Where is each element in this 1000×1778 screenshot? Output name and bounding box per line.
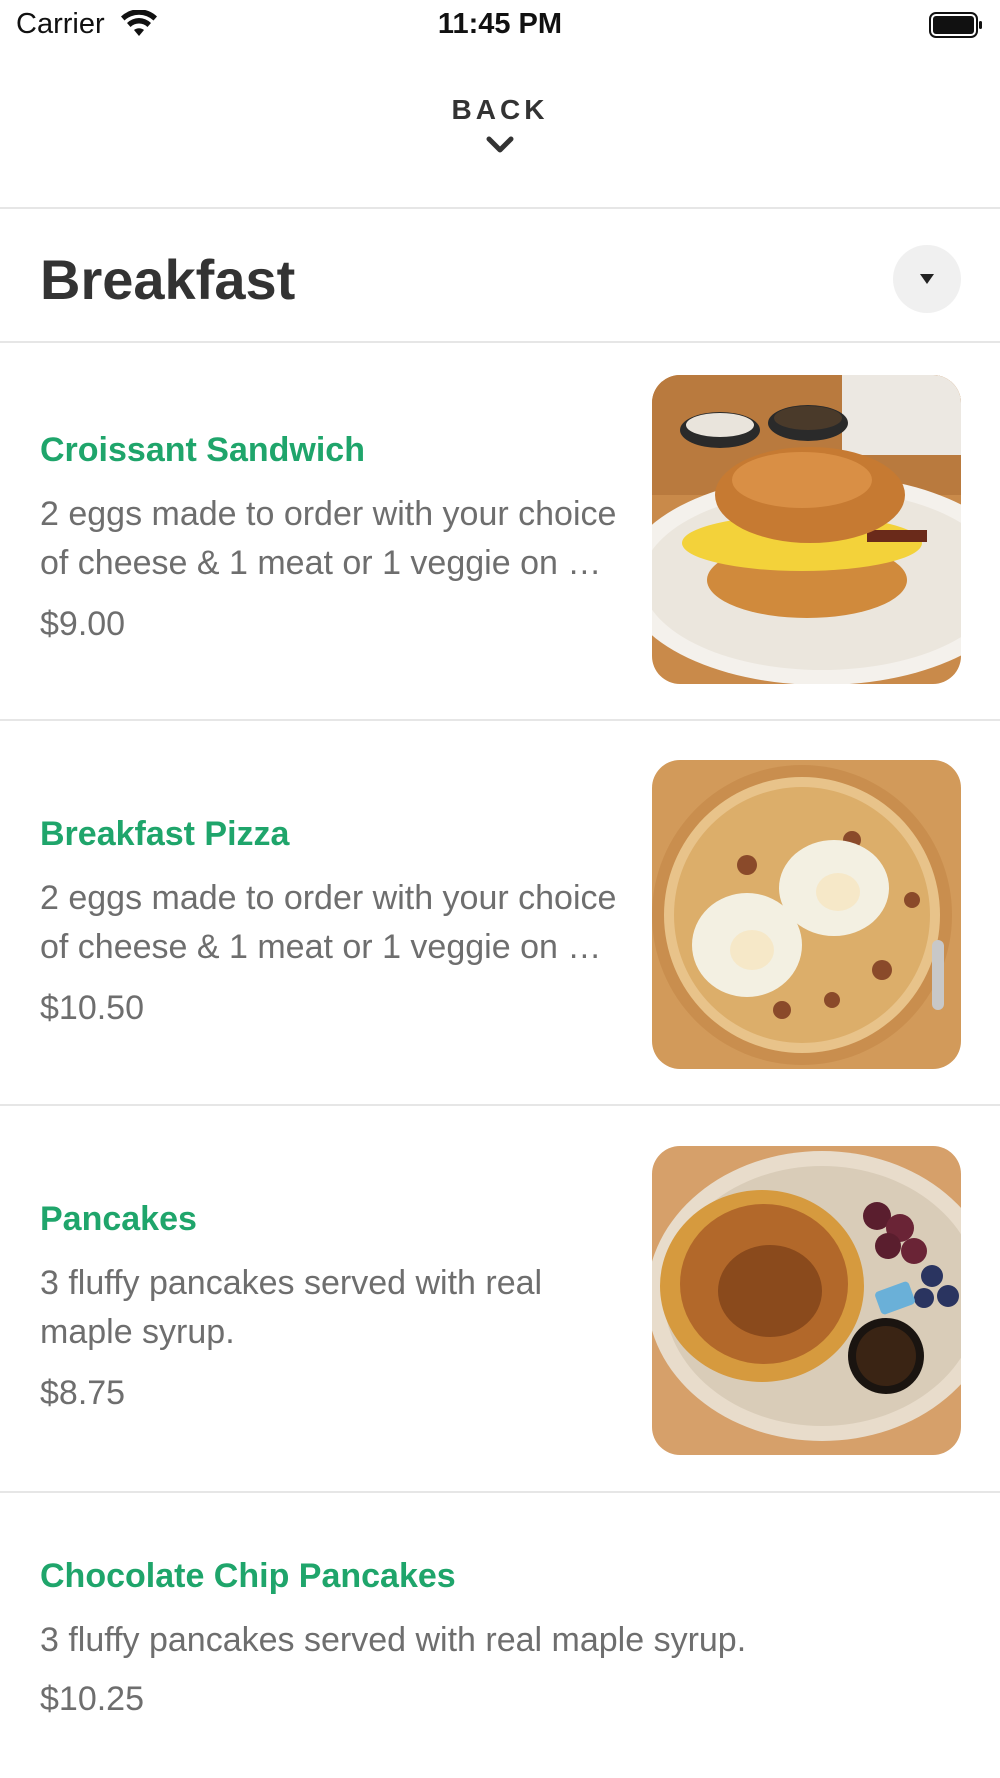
menu-item-croissant-sandwich[interactable]: Croissant Sandwich 2 eggs made to order … bbox=[0, 343, 1000, 719]
back-label: BACK bbox=[451, 94, 549, 125]
status-bar: Carrier 11:45 PM bbox=[0, 0, 1000, 52]
item-description: 3 fluffy pancakes served with real maple… bbox=[40, 1621, 747, 1659]
item-price: $8.75 bbox=[40, 1374, 126, 1412]
menu-item-pancakes[interactable]: Pancakes 3 fluffy pancakes served with r… bbox=[0, 1106, 1000, 1491]
chevron-down-icon bbox=[486, 136, 514, 153]
item-name: Breakfast Pizza bbox=[40, 815, 290, 853]
status-time: 11:45 PM bbox=[437, 8, 563, 40]
item-name: Croissant Sandwich bbox=[40, 431, 365, 469]
item-name: Pancakes bbox=[40, 1200, 197, 1238]
category-toggle-button[interactable] bbox=[893, 245, 961, 313]
battery-icon bbox=[929, 12, 982, 38]
menu-item-chocolate-chip-pancakes[interactable]: Chocolate Chip Pancakes 3 fluffy pancake… bbox=[0, 1493, 1000, 1778]
item-name: Chocolate Chip Pancakes bbox=[40, 1557, 456, 1595]
croissant-sandwich-photo bbox=[652, 375, 961, 684]
back-button[interactable]: BACK bbox=[400, 92, 600, 192]
item-price: $10.25 bbox=[40, 1680, 144, 1718]
menu-item-breakfast-pizza[interactable]: Breakfast Pizza 2 eggs made to order wit… bbox=[0, 721, 1000, 1104]
item-description: 3 fluffy pancakes served with real maple… bbox=[40, 1264, 543, 1351]
category-title: Breakfast bbox=[40, 248, 296, 311]
item-description: 2 eggs made to order with your choice of… bbox=[40, 879, 617, 966]
category-header: Breakfast bbox=[0, 209, 1000, 341]
item-price: $9.00 bbox=[40, 605, 126, 643]
item-price: $10.50 bbox=[40, 989, 144, 1027]
item-description: 2 eggs made to order with your choice of… bbox=[40, 495, 617, 582]
pancakes-photo bbox=[652, 1146, 961, 1455]
caret-down-icon bbox=[920, 274, 934, 284]
breakfast-pizza-photo bbox=[652, 760, 961, 1069]
back-header: BACK bbox=[0, 52, 1000, 207]
